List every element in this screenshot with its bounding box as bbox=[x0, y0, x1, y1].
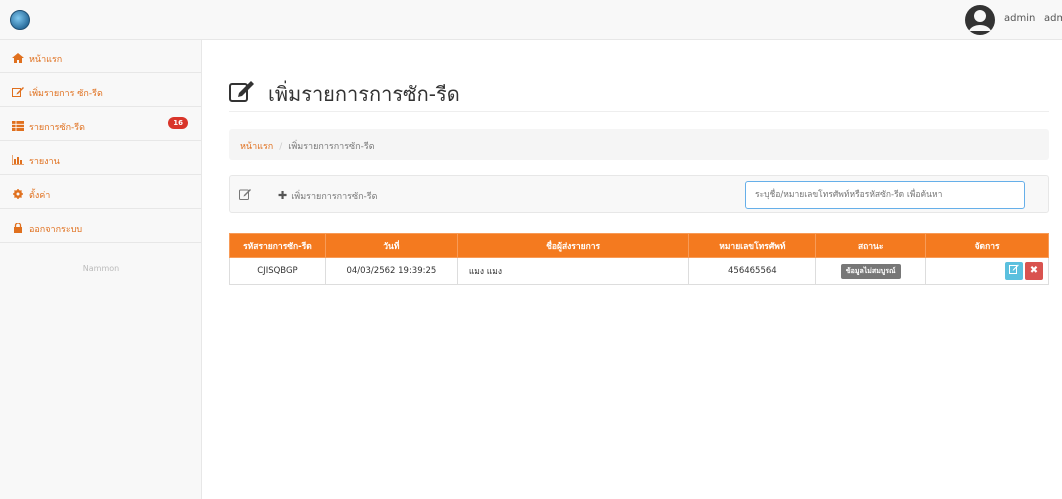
top-navbar: admin adm bbox=[0, 0, 1062, 40]
breadcrumb-separator: / bbox=[279, 142, 283, 152]
sidebar-item-label: รายการซัก-รีด bbox=[29, 123, 85, 133]
cell-phone: 456465564 bbox=[688, 257, 817, 285]
col-header-date: วันที่ bbox=[324, 233, 458, 258]
sidebar: หน้าแรก เพิ่มรายการ ซัก-รีด รายการซัก-รี… bbox=[0, 40, 202, 499]
bar-chart-icon bbox=[12, 155, 24, 165]
lock-icon bbox=[14, 223, 22, 233]
breadcrumb-current: เพิ่มรายการการซัก-รีด bbox=[288, 142, 375, 152]
col-header-sender: ชื่อผู้ส่งรายการ bbox=[456, 233, 690, 258]
plus-icon: ✚ bbox=[278, 189, 288, 202]
edit-row-button[interactable] bbox=[1005, 262, 1023, 280]
page-title: เพิ่มรายการการซัก-รีด bbox=[268, 82, 460, 106]
cell-status: ข้อมูลไม่สมบูรณ์ bbox=[815, 257, 927, 285]
sidebar-item-settings[interactable]: ตั้งค่า bbox=[0, 176, 202, 209]
sidebar-item-label: ออกจากระบบ bbox=[29, 225, 83, 235]
home-icon bbox=[12, 53, 24, 63]
edit-icon bbox=[1009, 264, 1019, 274]
edit-icon[interactable] bbox=[239, 188, 251, 200]
sidebar-footer-text: Nammon bbox=[82, 264, 120, 273]
laundry-count-badge: 16 bbox=[168, 117, 188, 129]
user-name[interactable]: admin bbox=[1004, 13, 1035, 24]
delete-row-button[interactable]: ✖ bbox=[1025, 262, 1043, 280]
cell-sender: แมง แมง bbox=[456, 257, 690, 285]
col-header-status: สถานะ bbox=[815, 233, 927, 258]
title-divider bbox=[229, 111, 1049, 112]
col-header-code: รหัสรายการซัก-รีด bbox=[229, 233, 326, 258]
sidebar-item-label: เพิ่มรายการ ซัก-รีด bbox=[29, 89, 103, 99]
cell-code: CJISQBGP bbox=[229, 257, 326, 285]
sidebar-item-label: หน้าแรก bbox=[29, 55, 63, 65]
col-header-actions: จัดการ bbox=[925, 233, 1049, 258]
sidebar-item-label: ตั้งค่า bbox=[29, 191, 51, 201]
sidebar-item-logout[interactable]: ออกจากระบบ bbox=[0, 210, 202, 243]
user-name-secondary[interactable]: adm bbox=[1044, 13, 1062, 24]
cell-date: 04/03/2562 19:39:25 bbox=[324, 257, 458, 285]
sidebar-item-home[interactable]: หน้าแรก bbox=[0, 40, 202, 73]
sidebar-item-add-laundry[interactable]: เพิ่มรายการ ซัก-รีด bbox=[0, 74, 202, 107]
sidebar-item-report[interactable]: รายงาน bbox=[0, 142, 202, 175]
cell-actions: ✖ bbox=[925, 257, 1049, 285]
sidebar-item-label: รายงาน bbox=[29, 157, 60, 167]
user-avatar-icon[interactable] bbox=[964, 4, 996, 36]
status-badge: ข้อมูลไม่สมบูรณ์ bbox=[840, 263, 901, 279]
gear-icon bbox=[13, 189, 23, 199]
search-input[interactable] bbox=[745, 181, 1025, 209]
add-laundry-button[interactable]: ✚ เพิ่มรายการการซัก-รีด bbox=[278, 189, 377, 203]
table-row: CJISQBGP 04/03/2562 19:39:25 แมง แมง 456… bbox=[229, 257, 1049, 285]
action-toolbar: ✚ เพิ่มรายการการซัก-รีด bbox=[229, 175, 1049, 213]
laundry-table: รหัสรายการซัก-รีด วันที่ ชื่อผู้ส่งรายกา… bbox=[229, 233, 1049, 285]
table-icon bbox=[12, 121, 24, 131]
close-icon: ✖ bbox=[1029, 265, 1039, 276]
edit-icon bbox=[12, 87, 24, 97]
app-logo[interactable] bbox=[10, 10, 30, 30]
edit-icon bbox=[229, 81, 254, 102]
breadcrumb-home-link[interactable]: หน้าแรก bbox=[240, 142, 273, 152]
add-laundry-label: เพิ่มรายการการซัก-รีด bbox=[291, 192, 378, 202]
table-header-row: รหัสรายการซัก-รีด วันที่ ชื่อผู้ส่งรายกา… bbox=[229, 233, 1049, 258]
breadcrumb: หน้าแรก / เพิ่มรายการการซัก-รีด bbox=[229, 129, 1049, 160]
col-header-phone: หมายเลขโทรศัพท์ bbox=[688, 233, 817, 258]
sidebar-item-laundry-list[interactable]: รายการซัก-รีด 16 bbox=[0, 108, 202, 141]
